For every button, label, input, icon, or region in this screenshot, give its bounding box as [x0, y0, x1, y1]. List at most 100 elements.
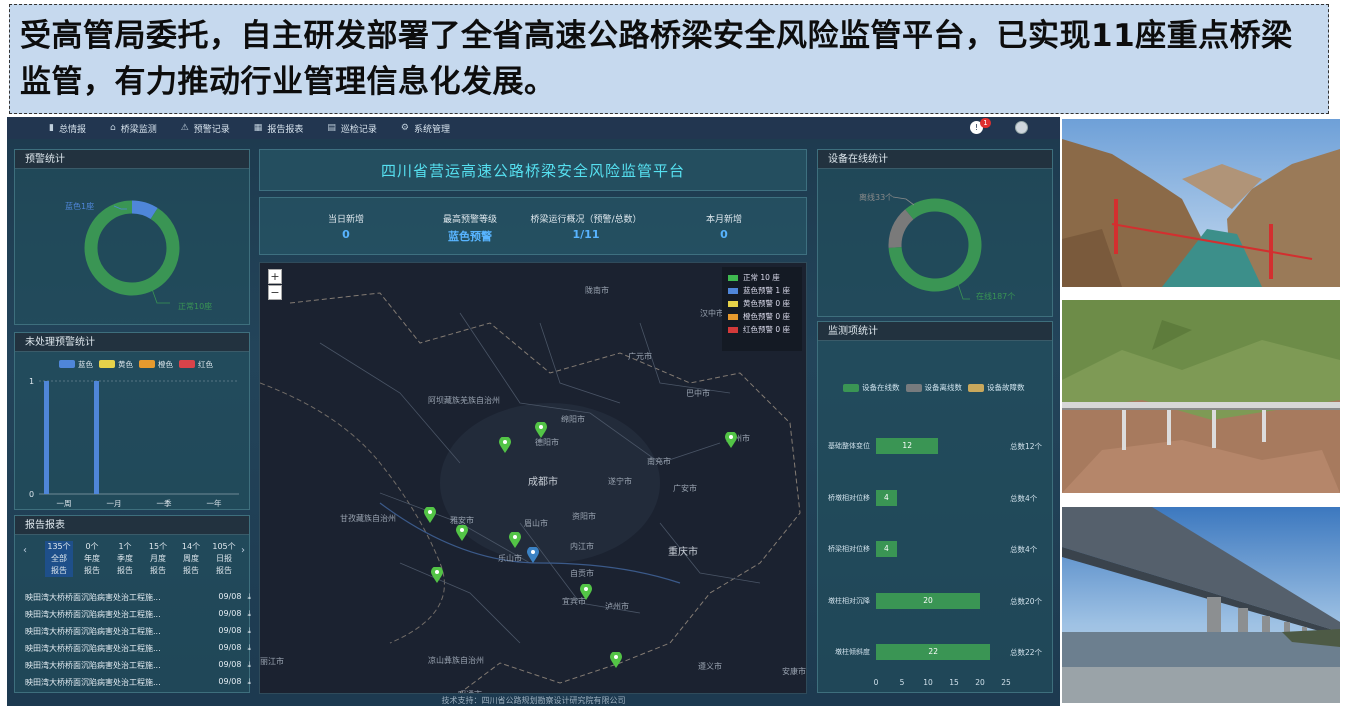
- city-label: 丽江市: [260, 657, 284, 666]
- legend-swatch: [728, 326, 738, 333]
- bridge-pin-icon[interactable]: [509, 532, 521, 548]
- monitor-legend-item: 设备在线数: [843, 382, 900, 393]
- reports-title: 报告报表: [15, 516, 249, 535]
- gear-icon: ⚙: [400, 123, 409, 133]
- report-tab-3[interactable]: 15个 月度 报告: [144, 541, 172, 577]
- legend-label: 橙色预警 0 座: [743, 312, 791, 321]
- city-label: 巴中市: [686, 389, 710, 398]
- zoom-out-button[interactable]: −: [268, 285, 282, 300]
- monitor-row-total: 总数20个: [1010, 596, 1043, 606]
- city-label: 成都市: [528, 477, 558, 488]
- report-tab-0[interactable]: 135个 全部 报告: [45, 541, 73, 577]
- bridge-pin-icon[interactable]: [725, 432, 737, 448]
- city-label: 资阳市: [572, 512, 596, 521]
- legend-label: 红色预警 0 座: [743, 325, 791, 334]
- bridge-pin-icon[interactable]: [580, 584, 592, 600]
- province-map[interactable]: 阿坝藏族羌族自治州 成都市 甘孜藏族自治州 眉山市 乐山市 雅安市 内江市 自贡市 宜宾市 泸州市…: [259, 262, 807, 694]
- bridge-pin-icon[interactable]: [424, 507, 436, 523]
- city-label: 遂宁市: [608, 477, 632, 486]
- legend-label: 黄色: [118, 359, 133, 369]
- unhandled-bar-chart: 蓝色 黄色 橙色 红色 1 0 一周 一月 一季 一年: [29, 359, 239, 508]
- city-label: 陇南市: [585, 286, 609, 295]
- bridge-pin-icon[interactable]: [499, 437, 511, 453]
- report-row[interactable]: 映田湾大桥桥面沉陷病害处治工程施... 09/08 ⤓: [25, 660, 251, 671]
- stat-value: 0: [342, 228, 350, 241]
- summary-stat-3: 本月新增 0: [654, 212, 794, 241]
- download-icon[interactable]: ⤓: [247, 592, 251, 601]
- report-title: 映田湾大桥桥面沉陷病害处治工程施...: [25, 644, 161, 653]
- bridge-pin-icon[interactable]: [610, 652, 622, 668]
- x-tick-label: 一月: [107, 499, 122, 508]
- report-tab-line1: 年度: [84, 554, 100, 563]
- report-tab-5[interactable]: 105个 日报 报告: [210, 541, 238, 577]
- monitor-row-total: 总数22个: [1010, 648, 1043, 657]
- legend-swatch: [179, 360, 195, 368]
- report-tab-1[interactable]: 0个 年度 报告: [78, 541, 106, 577]
- bridge-pin-icon[interactable]: [527, 547, 539, 563]
- nav-item-3[interactable]: ▦ 报告报表: [254, 122, 304, 135]
- x-tick-label: 0: [873, 678, 879, 687]
- bridge-pin-icon[interactable]: [535, 422, 547, 438]
- bridge-pin-icon[interactable]: [456, 525, 468, 541]
- y-tick-label: 0: [29, 490, 34, 499]
- report-row[interactable]: 映田湾大桥桥面沉陷病害处治工程施... 09/08 ⤓: [25, 609, 251, 620]
- report-row[interactable]: 映田湾大桥桥面沉陷病害处治工程施... 09/08 ⤓: [25, 592, 251, 603]
- zoom-in-button[interactable]: +: [268, 269, 282, 284]
- report-date: 09/08: [218, 609, 242, 618]
- report-tab-line1: 日报: [216, 554, 232, 563]
- report-tab-line1: 月度: [150, 554, 166, 563]
- unhandled-bar: [94, 381, 99, 494]
- top-navigation: ▮ 总情报 ⌂ 桥梁监测 ⚠ 预警记录 ▦ 报告报表 ▤ 巡检记录 ⚙ 系统管理: [7, 117, 1060, 139]
- user-avatar[interactable]: [1015, 121, 1028, 134]
- legend-swatch: [139, 360, 155, 368]
- nav-item-label: 报告报表: [267, 124, 304, 135]
- nav-item-1[interactable]: ⌂ 桥梁监测: [110, 122, 157, 135]
- download-icon[interactable]: ⤓: [247, 643, 251, 652]
- warning-icon: ⚠: [180, 123, 189, 133]
- report-row[interactable]: 映田湾大桥桥面沉陷病害处治工程施... 09/08 ⤓: [25, 677, 251, 688]
- report-row[interactable]: 映田湾大桥桥面沉陷病害处治工程施... 09/08 ⤓: [25, 643, 251, 654]
- monitor-row-label: 墩柱相对沉降: [828, 596, 870, 605]
- alert-donut-chart: [84, 200, 180, 304]
- nav-item-0[interactable]: ▮ 总情报: [49, 122, 86, 135]
- report-row[interactable]: 映田湾大桥桥面沉陷病害处治工程施... 09/08 ⤓: [25, 626, 251, 637]
- summary-stats: 当日新增 0 最高预警等级 蓝色预警 桥梁运行概况（预警/总数） 1/11 本月新增 0: [259, 197, 807, 255]
- dashboard-screenshot: ▮ 总情报 ⌂ 桥梁监测 ⚠ 预警记录 ▦ 报告报表 ▤ 巡检记录 ⚙ 系统管理 ! 1 预警统计 蓝…: [7, 117, 1060, 706]
- monitor-row: 桥墩相对位移 4 总数4个: [818, 489, 1046, 506]
- report-tab-2[interactable]: 1个 季度 报告: [111, 541, 139, 577]
- download-icon[interactable]: ⤓: [247, 626, 251, 635]
- alert-stats-title: 预警统计: [15, 150, 249, 169]
- next-arrow-icon[interactable]: ›: [241, 545, 251, 556]
- report-date: 09/08: [218, 677, 242, 686]
- report-tab-line2: 报告: [150, 566, 166, 575]
- chart-icon: ▮: [49, 123, 54, 133]
- city-label: 内江市: [570, 542, 594, 551]
- report-tab-count: 1个: [118, 542, 132, 551]
- bridge-photo-river: [1062, 507, 1340, 703]
- monitor-legend-item: 设备故障数: [968, 382, 1025, 393]
- monitor-bar: 20: [876, 592, 980, 609]
- x-tick-label: 一周: [57, 499, 72, 508]
- bridge-pin-icon[interactable]: [431, 567, 443, 583]
- city-label: 昭通市: [458, 689, 482, 693]
- download-icon[interactable]: ⤓: [247, 660, 251, 669]
- legend-swatch: [728, 313, 738, 320]
- monitor-bar: 12: [876, 438, 939, 454]
- monitoring-title: 监测项统计: [818, 322, 1052, 341]
- city-label: 德阳市: [535, 438, 559, 447]
- nav-item-4[interactable]: ▤ 巡检记录: [327, 122, 377, 135]
- platform-header: 四川省营运高速公路桥梁安全风险监管平台: [259, 149, 807, 191]
- nav-item-2[interactable]: ⚠ 预警记录: [181, 122, 230, 135]
- download-icon[interactable]: ⤓: [247, 677, 251, 686]
- prev-arrow-icon[interactable]: ‹: [23, 545, 33, 556]
- report-tab-line1: 季度: [117, 554, 133, 563]
- legend-label: 正常 10 座: [743, 273, 780, 282]
- report-tab-4[interactable]: 14个 周度 报告: [177, 541, 205, 577]
- legend-label: 蓝色预警 1 座: [743, 286, 791, 295]
- report-tab-line2: 报告: [51, 566, 67, 575]
- normal-count-label: 正常10座: [178, 302, 213, 311]
- nav-item-5[interactable]: ⚙ 系统管理: [401, 122, 450, 135]
- monitor-bar: 4: [876, 489, 897, 506]
- monitor-row: 基础整体变位 12 总数12个: [818, 438, 1046, 454]
- download-icon[interactable]: ⤓: [247, 609, 251, 618]
